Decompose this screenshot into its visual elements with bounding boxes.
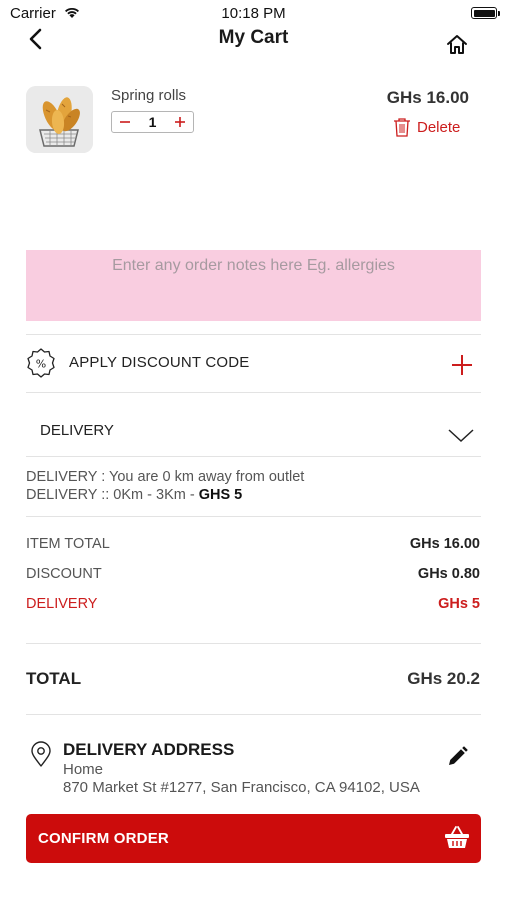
delivery-fee-value: GHs 5 [438, 596, 480, 612]
add-discount-plus-icon[interactable] [451, 354, 473, 376]
status-time: 10:18 PM [221, 5, 286, 22]
delivery-method-value: DELIVERY [40, 422, 114, 439]
delivery-distance-info: DELIVERY : You are 0 km away from outlet [26, 469, 305, 485]
divider [26, 392, 481, 393]
decrement-button[interactable] [112, 112, 138, 132]
delivery-fee-label: DELIVERY [26, 596, 98, 612]
apply-discount-label[interactable]: APPLY DISCOUNT CODE [69, 354, 250, 371]
divider [26, 516, 481, 517]
increment-button[interactable] [167, 112, 193, 132]
address-line: 870 Market St #1277, San Francisco, CA 9… [63, 779, 420, 796]
divider [26, 334, 481, 335]
address-type: Home [63, 761, 104, 778]
order-notes-input[interactable] [26, 250, 481, 321]
discount-value: GHs 0.80 [417, 566, 480, 582]
delete-label: Delete [417, 118, 461, 136]
minus-icon [120, 121, 130, 123]
quantity-value: 1 [148, 114, 157, 130]
discount-badge-icon: % [27, 348, 55, 378]
item-total-value: GHs 16.00 [409, 536, 480, 552]
item-thumbnail [26, 86, 93, 153]
delivery-address-title: DELIVERY ADDRESS [63, 740, 235, 759]
trash-icon [394, 118, 410, 137]
plus-icon [175, 117, 185, 127]
item-name: Spring rolls [111, 87, 187, 104]
divider [26, 456, 481, 457]
item-price: GHs 16.00 [386, 88, 469, 107]
location-pin-icon [31, 741, 51, 767]
divider [26, 643, 481, 644]
chevron-down-icon[interactable] [448, 428, 474, 443]
discount-label: DISCOUNT [26, 566, 102, 582]
divider [26, 714, 481, 715]
confirm-order-label: CONFIRM ORDER [38, 830, 169, 847]
total-value: GHs 20.2 [407, 669, 480, 688]
battery-cap [498, 11, 500, 16]
delivery-range-text: DELIVERY :: 0Km - 3Km - [26, 487, 199, 503]
total-label: TOTAL [26, 669, 82, 688]
delete-button[interactable]: Delete [392, 116, 460, 138]
item-total-label: ITEM TOTAL [26, 536, 110, 552]
pencil-icon[interactable] [446, 746, 468, 768]
svg-text:%: % [36, 358, 46, 371]
delivery-fee-info: DELIVERY :: 0Km - 3Km - GHS 5 [26, 487, 242, 503]
basket-icon [445, 826, 469, 848]
page-title: My Cart [218, 27, 289, 48]
battery-icon [471, 7, 497, 19]
quantity-stepper: 1 [111, 111, 194, 133]
delivery-fee-amount: GHS 5 [198, 487, 243, 503]
home-icon[interactable] [446, 34, 468, 55]
spring-rolls-image [26, 86, 93, 153]
